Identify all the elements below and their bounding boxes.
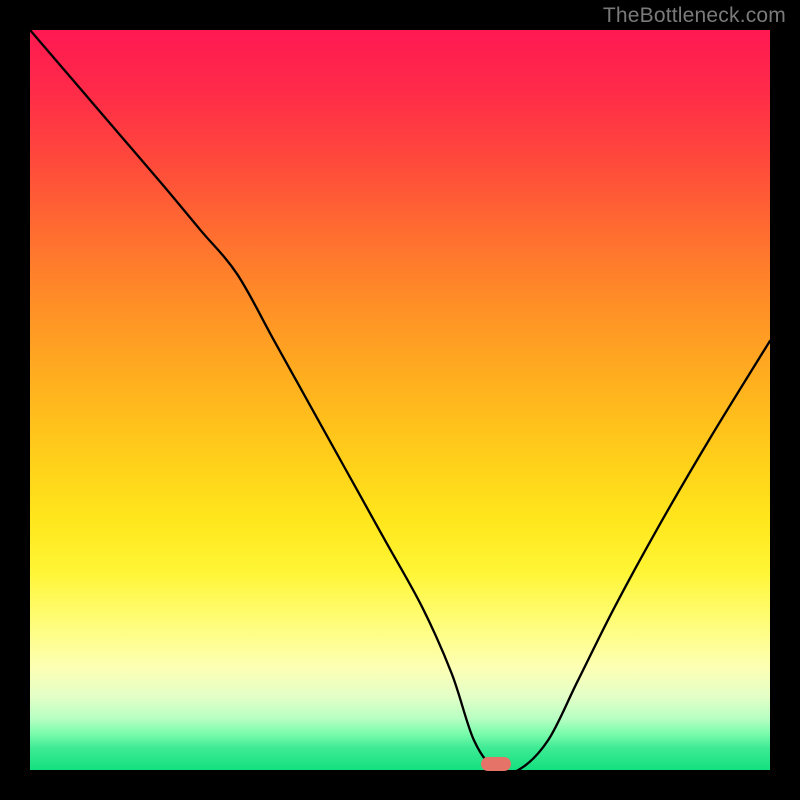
watermark-text: TheBottleneck.com — [603, 4, 786, 28]
bottleneck-curve — [30, 30, 770, 770]
plot-area — [30, 30, 770, 770]
optimal-marker — [481, 757, 511, 771]
curve-layer — [30, 30, 770, 770]
chart-frame: TheBottleneck.com — [0, 0, 800, 800]
